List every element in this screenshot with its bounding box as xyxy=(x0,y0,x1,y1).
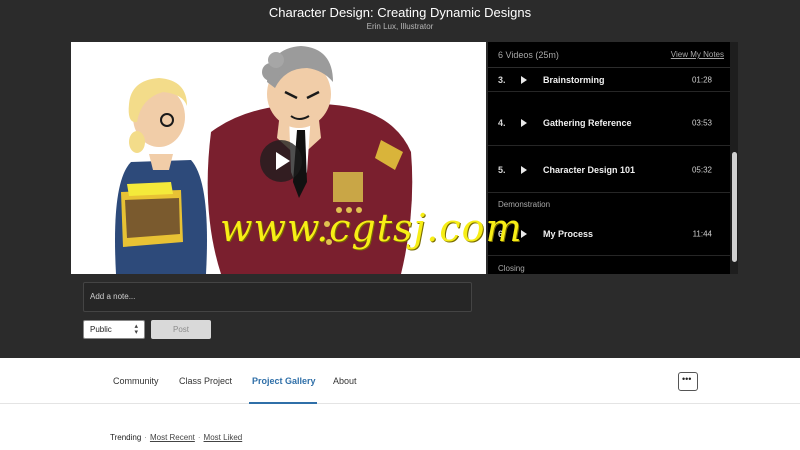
tab-about[interactable]: About xyxy=(333,376,357,386)
play-icon xyxy=(521,165,527,174)
video-number: 5. xyxy=(498,164,506,175)
video-count: 6 Videos (25m) xyxy=(498,50,559,60)
more-dots-icon: ••• xyxy=(682,374,692,384)
video-title: Gathering Reference xyxy=(543,117,632,128)
playlist-item[interactable]: 5. Character Design 101 05:32 xyxy=(488,147,730,193)
video-duration: 11:44 xyxy=(692,229,712,238)
filter-separator: · xyxy=(144,433,147,442)
video-title: Character Design 101 xyxy=(543,164,636,175)
visibility-select[interactable]: Public ▴ ▾ xyxy=(83,320,145,339)
play-icon xyxy=(521,118,527,127)
video-duration: 01:28 xyxy=(691,75,712,84)
video-number: 3. xyxy=(498,74,506,85)
view-notes-link[interactable]: View My Notes xyxy=(671,50,724,59)
tab-class-project[interactable]: Class Project xyxy=(179,376,232,386)
course-author: Erin Lux, Illustrator xyxy=(366,22,434,31)
video-duration: 03:53 xyxy=(691,118,712,127)
playlist-scroll-thumb[interactable] xyxy=(732,152,737,262)
video-number: 4. xyxy=(498,117,506,128)
course-title: Character Design: Creating Dynamic Desig… xyxy=(268,5,532,20)
playlist-header: 6 Videos (25m) View My Notes xyxy=(488,42,730,68)
video-title: Brainstorming xyxy=(543,74,605,85)
post-button[interactable]: Post xyxy=(151,320,211,339)
filter-most-recent[interactable]: Most Recent xyxy=(150,433,195,442)
tab-community[interactable]: Community xyxy=(113,376,159,386)
note-input[interactable]: Add a note... xyxy=(83,282,472,312)
active-tab-indicator xyxy=(249,402,317,404)
filter-trending[interactable]: Trending xyxy=(110,433,141,442)
visibility-value: Public xyxy=(90,325,112,334)
play-icon xyxy=(521,75,527,84)
tab-project-gallery[interactable]: Project Gallery xyxy=(252,376,316,386)
playlist-item[interactable]: 4. Gathering Reference 03:53 xyxy=(488,100,730,146)
playlist-item[interactable]: 3. Brainstorming 01:28 xyxy=(488,68,730,92)
gallery-filters: Trending · Most Recent · Most Liked xyxy=(110,433,242,442)
updown-caret-icon: ▴ ▾ xyxy=(134,323,138,336)
more-options-button[interactable]: ••• xyxy=(678,372,698,391)
playlist-item[interactable]: 6. My Process 11:44 xyxy=(488,212,730,256)
play-button[interactable] xyxy=(260,140,302,182)
video-duration: 05:32 xyxy=(691,165,712,174)
video-title: My Process xyxy=(543,228,594,239)
section-label: Closing xyxy=(498,264,525,273)
filter-most-liked[interactable]: Most Liked xyxy=(204,433,243,442)
filter-separator: · xyxy=(197,433,201,442)
watermark-text: www.cgtsj.com xyxy=(220,206,523,250)
playlist-panel: 6 Videos (25m) View My Notes 3. Brainsto… xyxy=(488,42,738,274)
